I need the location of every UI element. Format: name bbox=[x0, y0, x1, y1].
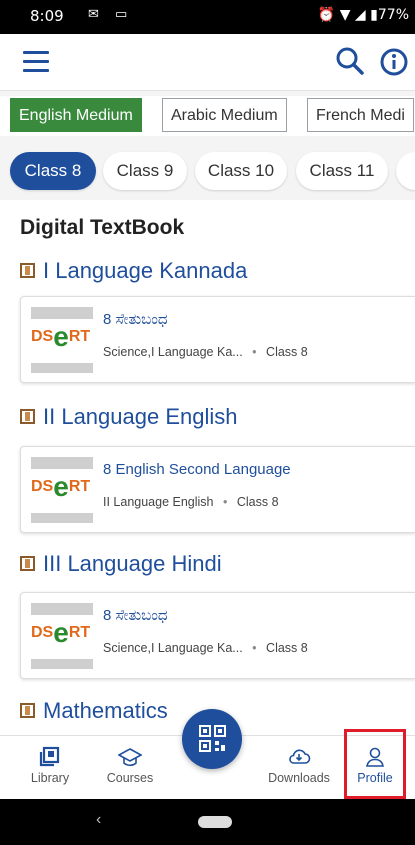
book-title: 8 ಸೇತುಬಂಧ bbox=[103, 311, 168, 328]
book-icon bbox=[20, 262, 35, 278]
notification-icons: ✉ ▭ bbox=[88, 7, 134, 22]
book-thumbnail: DSeRT bbox=[31, 457, 93, 523]
battery-percent: 77% bbox=[377, 7, 409, 23]
class-chip-8[interactable]: Class 8 bbox=[10, 152, 96, 190]
book-card[interactable]: DSeRT 8 ಸೇತುಬಂಧ Science,I Language Ka...… bbox=[20, 592, 415, 679]
library-icon bbox=[39, 746, 60, 767]
book-meta: Science,I Language Ka... • Class 8 bbox=[103, 345, 308, 359]
info-icon[interactable] bbox=[378, 46, 410, 78]
book-icon bbox=[20, 408, 35, 424]
home-pill-icon[interactable] bbox=[198, 816, 232, 828]
subject-heading-kannada[interactable]: I Language Kannada bbox=[20, 258, 247, 284]
wifi-icon: ▼ bbox=[339, 7, 351, 23]
book-thumbnail: DSeRT bbox=[31, 307, 93, 373]
subject-name: Mathematics bbox=[43, 698, 168, 723]
profile-highlight-box bbox=[344, 729, 406, 799]
nav-library[interactable]: Library bbox=[14, 742, 86, 785]
book-icon bbox=[20, 702, 35, 718]
dsert-logo: DSeRT bbox=[31, 471, 91, 502]
qr-scan-button[interactable] bbox=[182, 709, 242, 769]
status-bar: 8:09 ✉ ▭ ⏰ ▼ ◢ ▮77% bbox=[0, 0, 415, 34]
book-meta: Science,I Language Ka... • Class 8 bbox=[103, 641, 308, 655]
subject-name: I Language Kannada bbox=[43, 258, 248, 283]
book-title: 8 ಸೇತುಬಂಧ bbox=[103, 607, 168, 624]
subject-name: III Language Hindi bbox=[43, 551, 222, 576]
nav-courses[interactable]: Courses bbox=[94, 742, 166, 785]
book-thumbnail: DSeRT bbox=[31, 603, 93, 669]
status-right: ⏰ ▼ ◢ ▮77% bbox=[318, 7, 409, 23]
signal-icon: ◢ bbox=[354, 7, 366, 23]
book-meta: II Language English • Class 8 bbox=[103, 495, 279, 509]
book-title: 8 English Second Language bbox=[103, 461, 291, 478]
dsert-logo: DSeRT bbox=[31, 617, 91, 648]
hamburger-icon[interactable] bbox=[23, 51, 49, 73]
class-chip-9[interactable]: Class 9 bbox=[103, 152, 187, 190]
subject-heading-hindi[interactable]: III Language Hindi bbox=[20, 551, 222, 577]
back-icon[interactable]: ‹ bbox=[96, 811, 101, 829]
subject-heading-mathematics[interactable]: Mathematics bbox=[20, 698, 168, 724]
medium-chip-french[interactable]: French Medi bbox=[307, 98, 414, 132]
class-filter-row: Class 8 Class 9 Class 10 Class 11 bbox=[0, 148, 415, 194]
medium-chip-english[interactable]: English Medium bbox=[10, 98, 142, 132]
book-icon bbox=[20, 555, 35, 571]
nav-courses-label: Courses bbox=[106, 771, 154, 785]
subject-heading-english[interactable]: II Language English bbox=[20, 404, 238, 430]
status-time: 8:09 bbox=[30, 7, 64, 25]
qr-code-icon bbox=[199, 725, 226, 752]
app-bar bbox=[0, 34, 415, 91]
dsert-logo: DSeRT bbox=[31, 321, 91, 352]
cloud-download-icon bbox=[289, 749, 311, 764]
alarm-icon: ⏰ bbox=[317, 7, 336, 23]
subject-name: II Language English bbox=[43, 404, 238, 429]
medium-filter-row: English Medium Arabic Medium French Medi bbox=[0, 96, 415, 136]
medium-chip-arabic[interactable]: Arabic Medium bbox=[162, 98, 287, 132]
battery-icon: ▮ bbox=[370, 7, 378, 23]
class-chip-11[interactable]: Class 11 bbox=[296, 152, 388, 190]
courses-icon bbox=[118, 748, 142, 767]
system-nav-bar: ‹ bbox=[0, 799, 415, 845]
search-icon[interactable] bbox=[334, 45, 366, 77]
section-title: Digital TextBook bbox=[20, 216, 185, 239]
class-chip-next[interactable] bbox=[396, 152, 415, 190]
nav-downloads[interactable]: Downloads bbox=[263, 742, 335, 785]
nav-downloads-label: Downloads bbox=[268, 771, 330, 785]
book-card[interactable]: DSeRT 8 ಸೇತುಬಂಧ Science,I Language Ka...… bbox=[20, 296, 415, 383]
class-chip-10[interactable]: Class 10 bbox=[195, 152, 287, 190]
book-card[interactable]: DSeRT 8 English Second Language II Langu… bbox=[20, 446, 415, 533]
nav-library-label: Library bbox=[30, 771, 70, 785]
